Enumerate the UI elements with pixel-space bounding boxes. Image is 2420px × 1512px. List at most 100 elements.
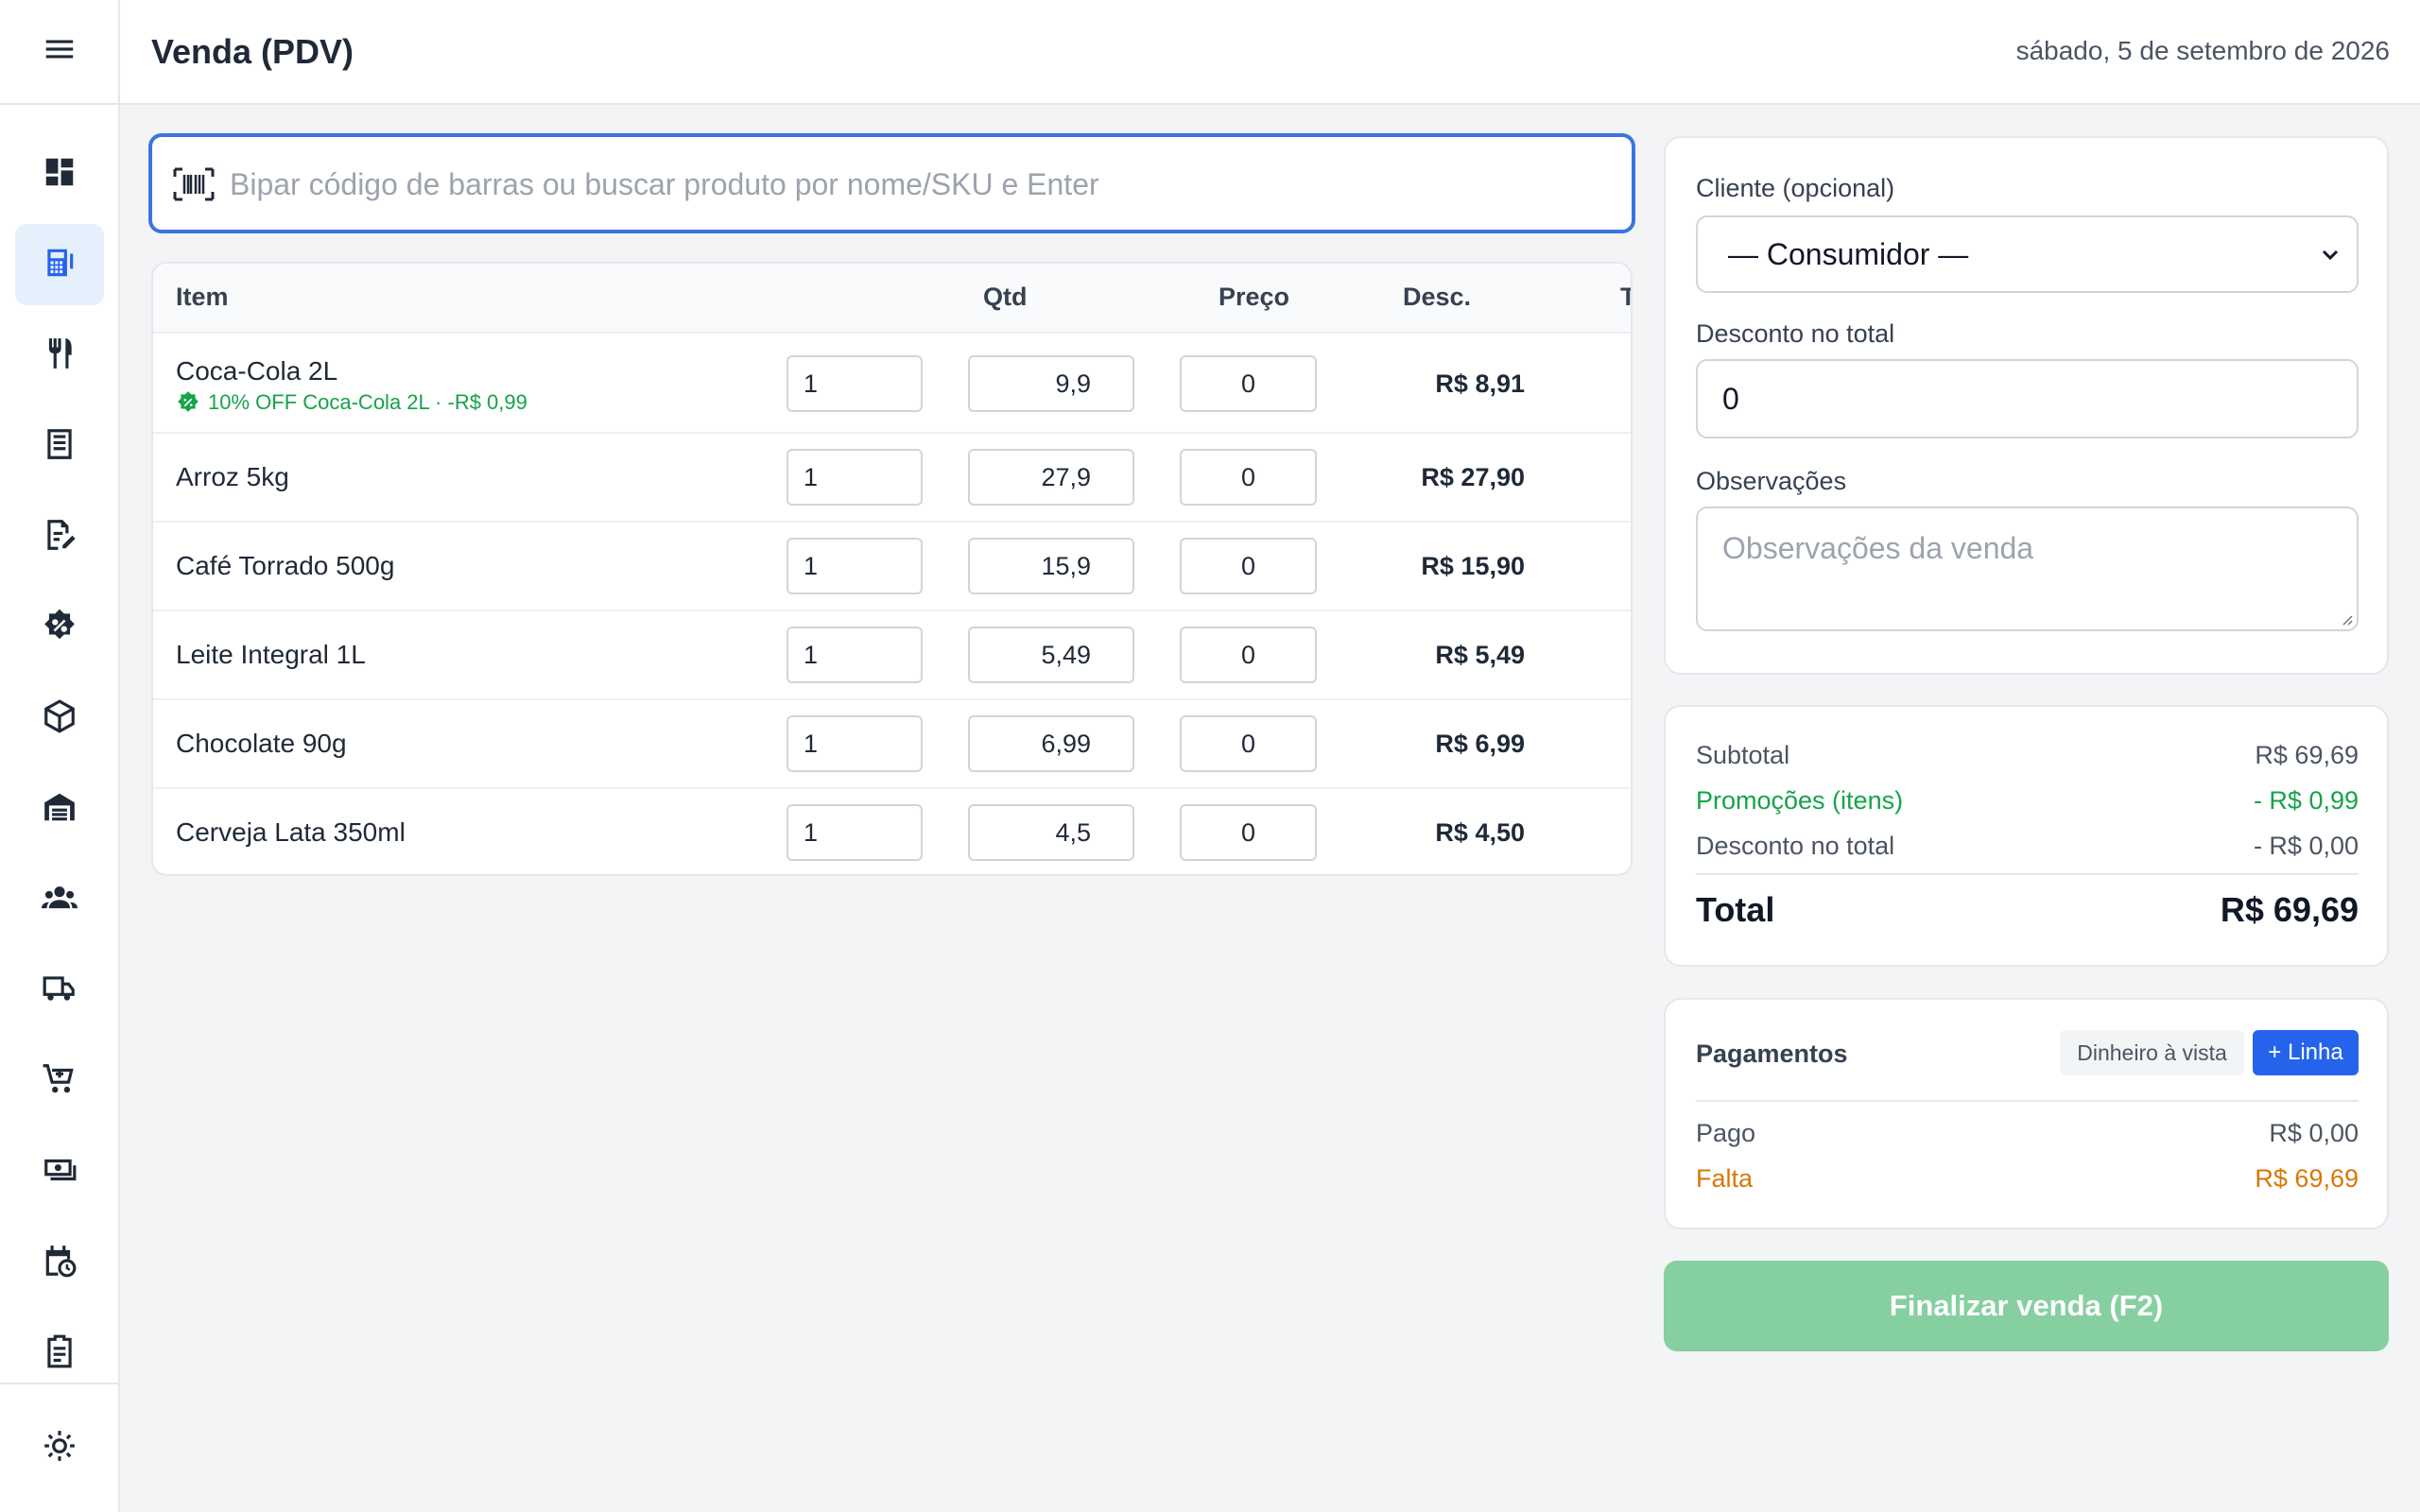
sidebar-item-warehouse[interactable] — [15, 768, 104, 850]
cash-payment-button[interactable]: Dinheiro à vista — [2060, 1030, 2244, 1075]
price-input[interactable]: 9,9 — [968, 355, 1134, 412]
item-name: Café Torrado 500g — [176, 551, 395, 580]
clipboard-icon — [42, 1333, 78, 1374]
sidebar-item-promotions[interactable] — [15, 587, 104, 668]
dashboard-icon — [42, 154, 78, 195]
total-discount-input[interactable]: 0 — [1696, 359, 2359, 438]
table-row: Café Torrado 500g 1 15,9 0 R$ 15,90 — [153, 523, 1631, 611]
grand-total-row: Total R$ 69,69 — [1696, 890, 2359, 930]
truck-icon — [42, 971, 78, 1011]
item-name: Cerveja Lata 350ml — [176, 817, 406, 847]
qty-input[interactable]: 1 — [786, 804, 923, 861]
sidebar-item-schedule[interactable] — [15, 1222, 104, 1303]
cart-items-table: Item Qtd Preço Desc. Total Coca-Cola 2L … — [151, 262, 1633, 876]
paid-value: R$ 0,00 — [2269, 1119, 2359, 1147]
table-row: Coca-Cola 2L 10% OFF Coca-Cola 2L · -R$ … — [153, 334, 1631, 434]
header-discount: Desc. — [1403, 283, 1472, 311]
notes-textarea[interactable]: Observações da venda — [1696, 507, 2359, 631]
sidebar-item-delivery[interactable] — [15, 950, 104, 1031]
client-select-value: — Consumidor — — [1728, 236, 1969, 271]
sidebar-header — [0, 0, 118, 105]
menu-icon[interactable] — [42, 31, 78, 72]
item-total: R$ 27,90 — [1421, 463, 1525, 491]
sidebar-nav — [0, 105, 118, 1383]
money-icon — [42, 1152, 78, 1193]
paid-label: Pago — [1696, 1119, 1756, 1147]
subtotal-row: Subtotal R$ 69,69 — [1696, 741, 2359, 770]
price-input[interactable]: 5,49 — [968, 627, 1134, 683]
item-total: R$ 6,99 — [1435, 730, 1525, 758]
grand-total-label: Total — [1696, 890, 1775, 929]
theme-toggle-icon[interactable] — [42, 1428, 78, 1469]
cart-add-icon — [42, 1061, 78, 1102]
total-discount-summary-value: - R$ 0,00 — [2253, 832, 2359, 860]
table-row: Chocolate 90g 1 6,99 0 R$ 6,99 — [153, 700, 1631, 789]
product-search-box[interactable] — [148, 133, 1635, 233]
discount-input[interactable]: 0 — [1180, 715, 1317, 772]
discount-input[interactable]: 0 — [1180, 804, 1317, 861]
discount-badge-icon — [42, 608, 78, 648]
sidebar-item-documents[interactable] — [15, 496, 104, 577]
item-promo: 10% OFF Coca-Cola 2L · -R$ 0,99 — [176, 390, 527, 415]
pos-register-icon — [42, 245, 78, 285]
qty-input[interactable]: 1 — [786, 538, 923, 594]
qty-input[interactable]: 1 — [786, 627, 923, 683]
header-qty: Qtd — [983, 283, 1028, 311]
price-input[interactable]: 6,99 — [968, 715, 1134, 772]
item-total: R$ 15,90 — [1421, 552, 1525, 580]
table-row: Cerveja Lata 350ml 1 4,5 0 R$ 4,50 — [153, 789, 1631, 874]
customers-icon — [42, 880, 78, 920]
sidebar-footer — [0, 1383, 118, 1512]
missing-value: R$ 69,69 — [2255, 1164, 2359, 1193]
item-name: Arroz 5kg — [176, 462, 289, 491]
notes-label: Observações — [1696, 467, 1847, 495]
client-select[interactable]: — Consumidor — — [1696, 215, 2359, 293]
payments-divider — [1696, 1100, 2359, 1102]
header-total: Total — [1620, 283, 1631, 312]
resize-grip-icon[interactable] — [2338, 610, 2353, 626]
sidebar-item-pos[interactable] — [15, 224, 104, 305]
sidebar — [0, 0, 120, 1512]
discount-input[interactable]: 0 — [1180, 627, 1317, 683]
price-input[interactable]: 15,9 — [968, 538, 1134, 594]
header-item: Item — [176, 283, 229, 311]
chevron-down-icon — [2322, 249, 2339, 261]
item-name: Coca-Cola 2L — [176, 356, 338, 386]
qty-input[interactable]: 1 — [786, 449, 923, 506]
discount-input[interactable]: 0 — [1180, 449, 1317, 506]
promotions-value: - R$ 0,99 — [2253, 786, 2359, 815]
promotions-label: Promoções (itens) — [1696, 786, 1904, 815]
item-name: Chocolate 90g — [176, 729, 347, 758]
product-search-input[interactable] — [230, 154, 1610, 215]
sidebar-item-reports[interactable] — [15, 1313, 104, 1383]
payments-title: Pagamentos — [1696, 1040, 1848, 1068]
sidebar-item-receipts[interactable] — [15, 405, 104, 487]
discount-input[interactable]: 0 — [1180, 355, 1317, 412]
price-input[interactable]: 27,9 — [968, 449, 1134, 506]
missing-row: Falta R$ 69,69 — [1696, 1164, 2359, 1194]
subtotal-label: Subtotal — [1696, 741, 1790, 769]
totals-card: Subtotal R$ 69,69 Promoções (itens) - R$… — [1664, 705, 2389, 967]
finish-sale-button[interactable]: Finalizar venda (F2) — [1664, 1261, 2389, 1351]
paid-row: Pago R$ 0,00 — [1696, 1119, 2359, 1148]
notes-placeholder: Observações da venda — [1722, 531, 2034, 565]
sidebar-item-restaurant[interactable] — [15, 315, 104, 396]
total-discount-label: Desconto no total — [1696, 319, 1895, 348]
sidebar-item-purchases[interactable] — [15, 1040, 104, 1122]
summary-divider — [1696, 873, 2359, 875]
sidebar-item-products[interactable] — [15, 678, 104, 759]
promo-badge-icon — [178, 391, 199, 412]
discount-input[interactable]: 0 — [1180, 538, 1317, 594]
missing-label: Falta — [1696, 1164, 1754, 1193]
sidebar-item-customers[interactable] — [15, 859, 104, 940]
page-title: Venda (PDV) — [151, 32, 354, 71]
sidebar-item-dashboard[interactable] — [15, 133, 104, 215]
sale-details-card: Cliente (opcional) — Consumidor — Descon… — [1664, 136, 2389, 675]
price-input[interactable]: 4,5 — [968, 804, 1134, 861]
sidebar-item-finance[interactable] — [15, 1131, 104, 1212]
qty-input[interactable]: 1 — [786, 355, 923, 412]
qty-input[interactable]: 1 — [786, 715, 923, 772]
top-header: Venda (PDV) sábado, 5 de setembro de 202… — [120, 0, 2420, 105]
item-total: R$ 8,91 — [1435, 369, 1525, 398]
add-payment-line-button[interactable]: + Linha — [2253, 1030, 2359, 1075]
